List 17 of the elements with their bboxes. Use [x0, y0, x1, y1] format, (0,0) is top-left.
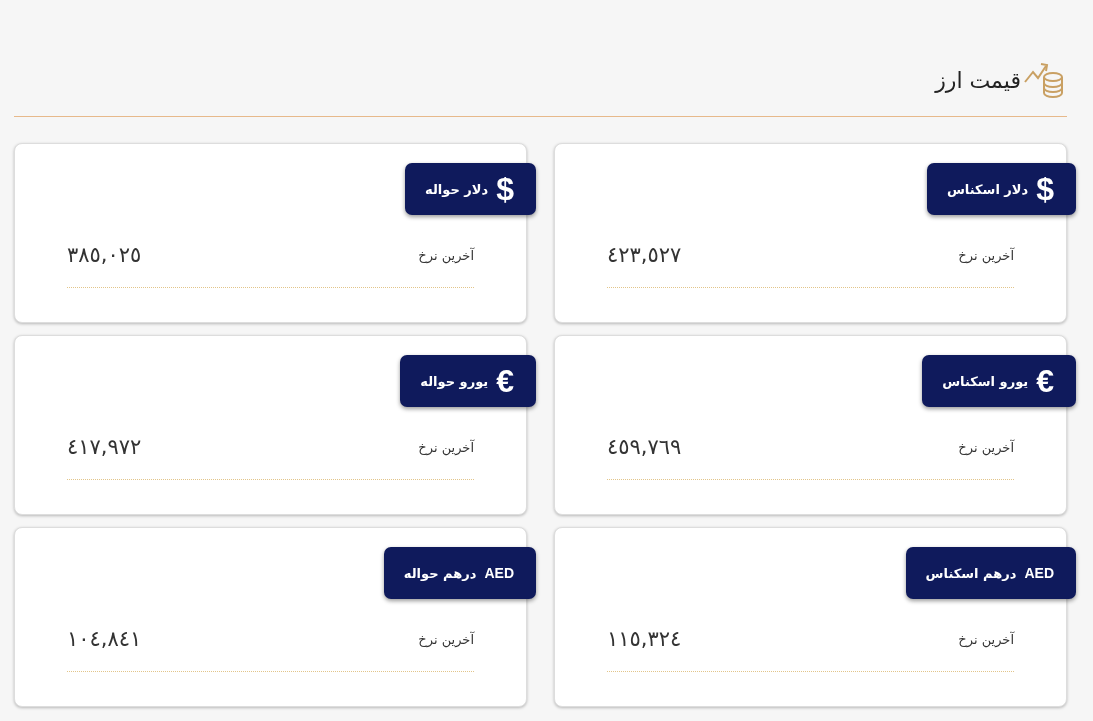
- rate-label: آخرین نرخ: [958, 439, 1014, 455]
- currency-badge: $ دلار حواله: [405, 163, 536, 215]
- rate-label: آخرین نرخ: [958, 631, 1014, 647]
- rate-label: آخرین نرخ: [418, 631, 474, 647]
- rate-value: ١٠٤,٨٤١: [67, 627, 142, 651]
- rate-value: ٤١٧,٩٧٢: [67, 435, 142, 459]
- section-title: قیمت ارز: [935, 67, 1021, 93]
- currency-badge: € یورو اسکناس: [922, 355, 1076, 407]
- rate-value: ٣٨٥,٠٢٥: [67, 243, 142, 267]
- rate-label: آخرین نرخ: [958, 247, 1014, 263]
- rate-value: ١١٥,٣٢٤: [607, 627, 682, 651]
- rate-value: ٤٢٣,٥٢٧: [607, 243, 682, 267]
- rate-label: آخرین نرخ: [418, 439, 474, 455]
- rate-value: ٤٥٩,٧٦٩: [607, 435, 682, 459]
- rate-label: آخرین نرخ: [418, 247, 474, 263]
- currency-badge: $ دلار اسکناس: [926, 163, 1076, 215]
- currency-badge: € یورو حواله: [400, 355, 536, 407]
